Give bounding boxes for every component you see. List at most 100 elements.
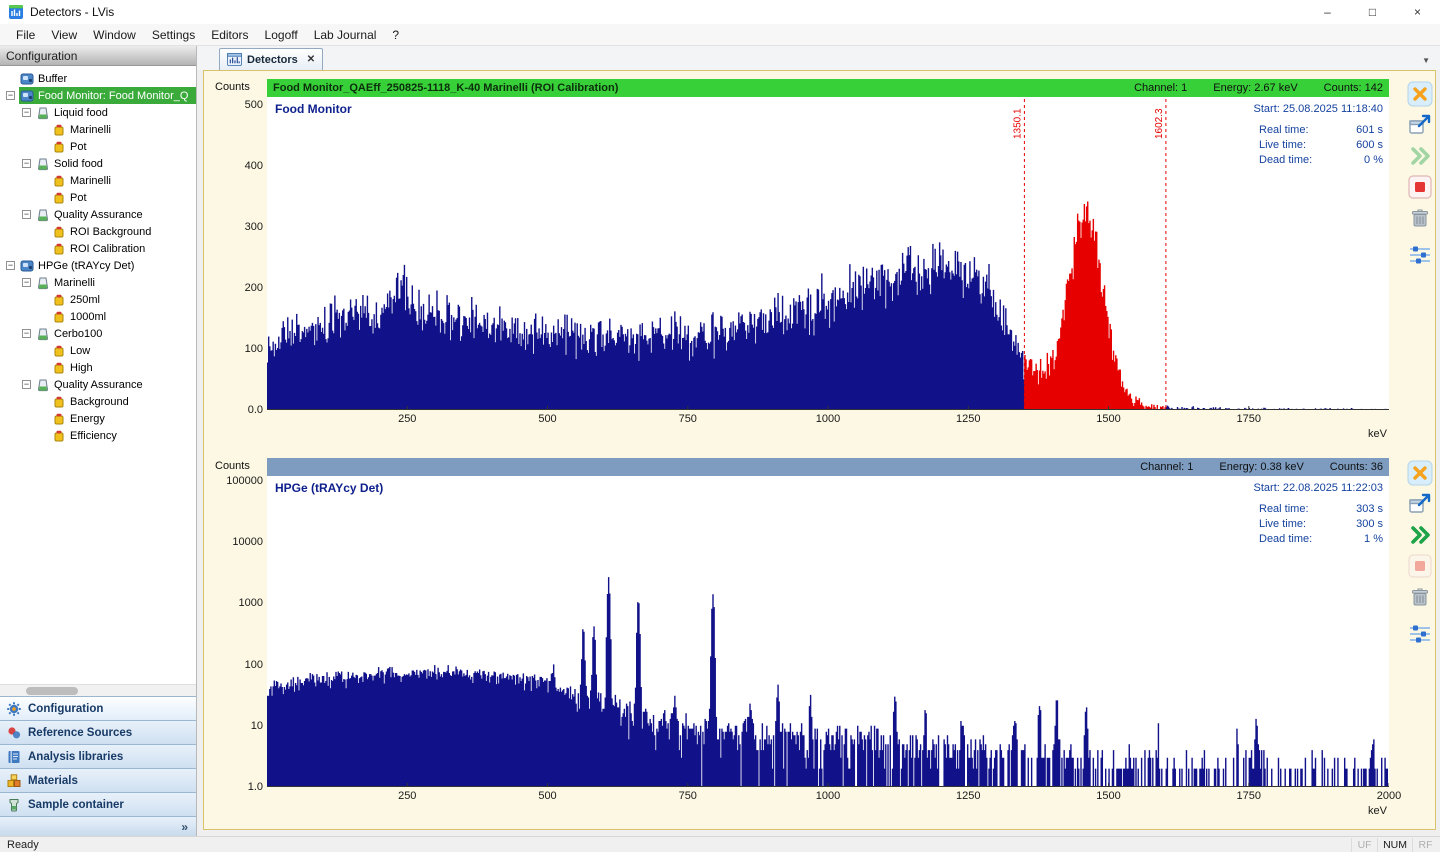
scroll-left-arrow-icon[interactable] [2,687,10,695]
scroll-right-arrow-icon[interactable] [186,687,194,695]
menu-item-view[interactable]: View [43,28,85,42]
tree-item-low[interactable]: Low [0,342,196,359]
sidebar-nav-analysis-libraries[interactable]: Analysis libraries [0,744,196,768]
acquisition-settings-button[interactable] [1407,242,1433,268]
close-button[interactable]: × [1395,0,1440,24]
export-spectrum-button[interactable] [1407,491,1433,517]
spectrum-panel: Counts Channel: 1 Energy: 0.38 keV Count… [209,458,1389,819]
expander-minus-icon[interactable]: − [22,329,31,338]
tab-detectors[interactable]: Detectors ✕ [219,48,323,70]
sidebar-nav-buttons: Configuration Reference Sources Analysis l… [0,696,196,816]
tree-item-solid-food[interactable]: −Solid food [0,155,196,172]
close-spectrum-button[interactable] [1407,81,1433,107]
spectrum-plot-area-0[interactable]: 1350.11602.3 Food Monitor Start: 25.08.2… [267,97,1389,410]
info-value: 303 s [1356,503,1383,515]
sliders-icon [1407,242,1433,268]
export-spectrum-button[interactable] [1407,112,1433,138]
tree-item-hpge-traycy-det[interactable]: −HPGe (tRAYcy Det) [0,257,196,274]
expander-minus-icon[interactable]: − [6,261,15,270]
container-icon [6,797,22,813]
tree-item-cerbo100[interactable]: −Cerbo100 [0,325,196,342]
menu-item-logoff[interactable]: Logoff [257,28,306,42]
tree-item-content: Efficiency [51,427,196,444]
spectrum-header-row: Counts Channel: 1 Energy: 0.38 keV Count… [209,458,1389,476]
menu-item-file[interactable]: File [8,28,43,42]
spectrum-plot-area-1[interactable]: HPGe (tRAYcy Det) Start: 22.08.2025 11:2… [267,476,1389,787]
scrollbar-thumb[interactable] [26,687,78,695]
channel-readout: Channel: 1 [1140,461,1193,473]
tree-item-food-monitor-food-monitor-q[interactable]: −Food Monitor: Food Monitor_Q [0,87,196,104]
close-icon [1407,81,1433,107]
nav-button-label: Analysis libraries [28,751,123,763]
tree-item-high[interactable]: High [0,359,196,376]
geometry-icon [52,123,66,137]
tree-item-pot[interactable]: Pot [0,138,196,155]
spectrum-info-rows-1: Real time:303 sLive time:300 sDead time:… [1254,503,1383,545]
tree-item-roi-background[interactable]: ROI Background [0,223,196,240]
chevron-more-icon: » [181,820,188,834]
y-tick-label: 10000 [232,536,263,548]
tree-item-buffer[interactable]: Buffer [0,70,196,87]
tree-item-pot[interactable]: Pot [0,189,196,206]
tab-close-icon[interactable]: ✕ [307,54,315,65]
tree-item-250ml[interactable]: 250ml [0,291,196,308]
tree-item-1000ml[interactable]: 1000ml [0,308,196,325]
tree-item-marinelli[interactable]: −Marinelli [0,274,196,291]
tree-item-liquid-food[interactable]: −Liquid food [0,104,196,121]
start-acquisition-button[interactable] [1407,143,1433,169]
expander-minus-icon[interactable]: − [22,380,31,389]
tree-item-quality-assurance[interactable]: − Quality Assurance [0,206,196,223]
clear-spectrum-button[interactable] [1407,584,1433,610]
tree-item-label: Quality Assurance [54,209,145,221]
geometry-icon [52,140,66,154]
expander-minus-icon[interactable]: − [22,210,31,219]
info-label: Live time: [1259,518,1306,530]
menu-item-settings[interactable]: Settings [144,28,203,42]
tree-item-marinelli[interactable]: Marinelli [0,121,196,138]
expander-minus-icon[interactable]: − [6,91,15,100]
stop-acquisition-button[interactable] [1407,553,1433,579]
menu-item-lab-journal[interactable]: Lab Journal [306,28,385,42]
nav-button-label: Sample container [28,799,124,811]
spectrum-header-0[interactable]: Food Monitor_QAEff_250825-1118_K-40 Mari… [267,79,1389,97]
acquisition-settings-button[interactable] [1407,621,1433,647]
spectrum-header-1[interactable]: Channel: 1 Energy: 0.38 keV Counts: 36 [267,458,1389,476]
expander-minus-icon[interactable]: − [22,278,31,287]
sources-icon [6,725,22,741]
sidebar-nav-materials[interactable]: Materials [0,768,196,792]
tree-item-content: Marinelli [51,172,196,189]
library-icon [6,749,22,765]
sidebar-nav-reference-sources[interactable]: Reference Sources [0,720,196,744]
menu-item-window[interactable]: Window [85,28,144,42]
nav-button-label: Reference Sources [28,727,132,739]
tree-item-background[interactable]: Background [0,393,196,410]
tree-item-label: Low [70,345,92,357]
tree-item-energy[interactable]: Energy [0,410,196,427]
tree-item-roi-calibration[interactable]: ROI Calibration [0,240,196,257]
sidebar-nav-sample-container[interactable]: Sample container [0,792,196,816]
start-acquisition-button[interactable] [1407,522,1433,548]
geometry-icon [52,361,66,375]
geometry-icon [52,412,66,426]
close-spectrum-button[interactable] [1407,460,1433,486]
y-tick-label: 100 [245,659,263,671]
sidebar-nav-configuration[interactable]: Configuration [0,696,196,720]
minimize-button[interactable]: – [1305,0,1350,24]
tree-item-efficiency[interactable]: Efficiency [0,427,196,444]
expander-minus-icon[interactable]: − [22,108,31,117]
sliders-icon [1407,621,1433,647]
tree-item-quality-assurance[interactable]: −Quality Assurance [0,376,196,393]
info-label: Live time: [1259,139,1306,151]
expander-minus-icon[interactable]: − [22,159,31,168]
menu-item-help[interactable]: ? [384,28,407,42]
close-icon [1407,460,1433,486]
menu-item-editors[interactable]: Editors [203,28,256,42]
tree-horizontal-scrollbar[interactable] [0,684,196,696]
tree-item-marinelli[interactable]: Marinelli [0,172,196,189]
maximize-button[interactable]: □ [1350,0,1395,24]
sidebar-more-button[interactable]: » [0,816,196,836]
status-indicator-num: NUM [1377,838,1412,852]
tab-overflow-icon[interactable]: ▼ [1422,56,1430,65]
clear-spectrum-button[interactable] [1407,205,1433,231]
stop-acquisition-button[interactable] [1407,174,1433,200]
